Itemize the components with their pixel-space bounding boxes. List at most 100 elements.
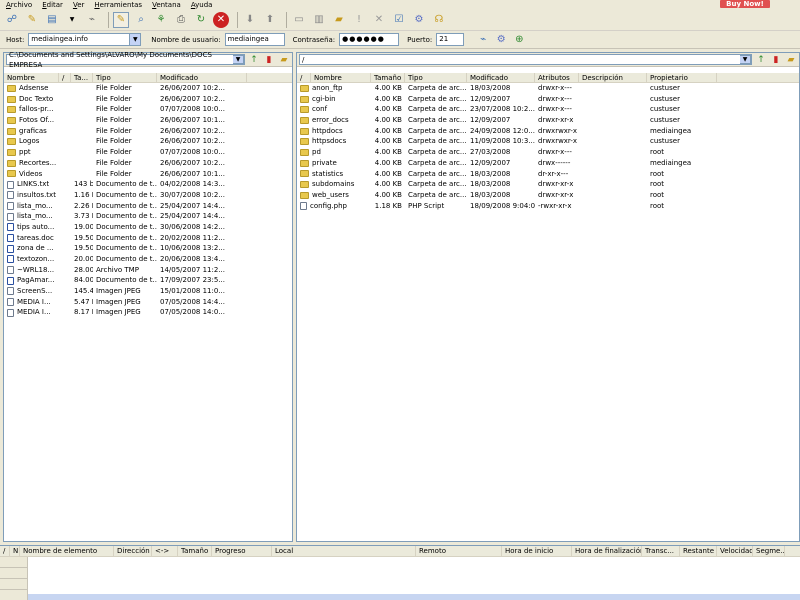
tree-icon[interactable]: ⚘ [153, 12, 169, 28]
horizontal-scrollbar[interactable] [28, 594, 800, 600]
table-row[interactable]: Logos File Folder 26/06/2007 10:2... [4, 136, 292, 147]
up-folder-icon[interactable]: ↑ [755, 54, 767, 66]
delete-icon[interactable]: ✕ [371, 12, 387, 28]
add-site-icon[interactable]: ⊕ [512, 33, 526, 47]
table-row[interactable]: graficas File Folder 26/06/2007 10:2... [4, 126, 292, 137]
table-row[interactable]: ~WRL18... 28.00 KBArchivo TMP 14/05/2007 1… [4, 265, 292, 276]
site-manager-icon[interactable]: ▤ [44, 12, 60, 28]
menu-editar[interactable]: Editar [42, 1, 63, 9]
properties-icon[interactable]: ▭ [291, 12, 307, 28]
col-type[interactable]: Tipo [405, 73, 467, 82]
col-nombre[interactable]: Nombre [311, 73, 371, 82]
gear-icon[interactable]: ⚙ [411, 12, 427, 28]
table-row[interactable]: Adsense File Folder 26/06/2007 10:2... [4, 83, 292, 94]
menu-herramientas[interactable]: Herramientas [94, 1, 142, 9]
table-row[interactable]: PagAmar... 84.00 KBDocumento de t...17/09… [4, 275, 292, 286]
table-row[interactable]: pd 4.00 KB Carpeta de arc... 27/03/2008 drwx… [297, 147, 799, 158]
menu-ventana[interactable]: Ventana [152, 1, 181, 9]
table-row[interactable]: web_users 4.00 KB Carpeta de arc... 18/03/2… [297, 190, 799, 201]
q-col-elapsed[interactable]: Transc... [642, 546, 680, 556]
connect-icon[interactable]: ☍ [4, 12, 20, 28]
col-description[interactable]: Descripción [579, 73, 647, 82]
local-path-combo[interactable]: C:\Documents and Settings\ALVARO\My Docu… [6, 51, 245, 69]
table-row[interactable]: lista_mo... 2.26 KBDocumento de t...25/04… [4, 201, 292, 212]
q-col-direction[interactable]: Dirección [114, 546, 152, 556]
gear-icon[interactable]: ⚙ [494, 33, 508, 47]
q-col-name[interactable]: Nombre de elemento [20, 546, 114, 556]
table-row[interactable]: anon_ftp 4.00 KB Carpeta de arc... 18/03/20… [297, 83, 799, 94]
upload-icon[interactable]: ⬆ [262, 12, 278, 28]
table-row[interactable]: httpsdocs 4.00 KB Carpeta de arc... 11/09/2… [297, 136, 799, 147]
host-combo[interactable]: mediaingea.info ▼ [28, 33, 142, 46]
menu-ver[interactable]: Ver [73, 1, 84, 9]
info-icon[interactable]: ! [351, 12, 367, 28]
chevron-down-icon[interactable]: ▼ [233, 55, 244, 64]
col-type[interactable]: Tipo [93, 73, 157, 82]
delete-icon[interactable]: ▮ [770, 54, 782, 66]
table-row[interactable]: tareas.doc 19.50 KBDocumento de t...20/02… [4, 233, 292, 244]
chevron-down-icon[interactable]: ▼ [740, 55, 751, 64]
q-col-remaining[interactable]: Restante [680, 546, 717, 556]
quick-connect-icon[interactable]: ⌁ [476, 33, 490, 47]
menu-ayuda[interactable]: Ayuda [191, 1, 213, 9]
table-row[interactable]: statistics 4.00 KB Carpeta de arc... 18/03/… [297, 169, 799, 180]
host-field[interactable]: mediaingea.info [28, 33, 131, 46]
q-col-sort[interactable]: / [0, 546, 10, 556]
table-row[interactable]: zona de ... 19.50 KBDocumento de t...10/0… [4, 243, 292, 254]
table-row[interactable]: LINKS.txt 143 bytesDocumento de t...04/02… [4, 179, 292, 190]
col-attributes[interactable]: Atributos [535, 73, 579, 82]
col-modified[interactable]: Modificado [157, 73, 247, 82]
password-field[interactable]: ●●●●●● [339, 33, 400, 46]
print-icon[interactable]: ⎙ [173, 12, 189, 28]
col-modified[interactable]: Modificado [467, 73, 535, 82]
col-owner[interactable]: Propietario [647, 73, 717, 82]
queue-tab[interactable] [0, 579, 27, 590]
table-row[interactable]: MEDIA I... 5.47 MBImagen JPEG 07/05/2008 1… [4, 297, 292, 308]
menu-archivo[interactable]: Archivo [6, 1, 32, 9]
queue-tab[interactable] [0, 568, 27, 579]
delete-icon[interactable]: ▮ [263, 54, 275, 66]
col-sort[interactable]: / [59, 73, 71, 82]
table-row[interactable]: fallos-pr... File Folder 07/07/2008 10:0..… [4, 104, 292, 115]
download-icon[interactable]: ⬇ [242, 12, 258, 28]
q-col-n[interactable]: N [10, 546, 20, 556]
username-field[interactable]: mediaingea [224, 33, 285, 46]
col-size[interactable]: Tamaño [371, 73, 405, 82]
edit-icon[interactable]: ✎ [113, 11, 129, 28]
q-col-size[interactable]: Tamaño [178, 546, 212, 556]
col-size[interactable]: Ta... [71, 73, 93, 82]
table-row[interactable]: cgi-bin 4.00 KB Carpeta de arc... 12/09/200… [297, 94, 799, 105]
table-row[interactable]: Fotos Of... File Folder 26/06/2007 10:1... [4, 115, 292, 126]
table-row[interactable]: conf 4.00 KB Carpeta de arc... 23/07/2008 1… [297, 104, 799, 115]
q-col-speed[interactable]: Velocidad [717, 546, 753, 556]
q-col-segments[interactable]: Segme... [753, 546, 785, 556]
q-col-progress[interactable]: Progreso [212, 546, 272, 556]
chevron-down-icon[interactable]: ▼ [130, 33, 142, 46]
refresh-icon[interactable]: ↻ [193, 12, 209, 28]
chart-icon[interactable]: ▥ [311, 12, 327, 28]
q-col-end[interactable]: Hora de finalización [572, 546, 642, 556]
table-row[interactable]: private 4.00 KB Carpeta de arc... 12/09/200… [297, 158, 799, 169]
new-folder-icon[interactable]: ▰ [785, 54, 797, 66]
buy-now-button[interactable]: Buy Now! [720, 0, 770, 8]
q-col-remote[interactable]: Remoto [416, 546, 502, 556]
wizard-icon[interactable]: ✎ [24, 12, 40, 28]
table-row[interactable]: httpdocs 4.00 KB Carpeta de arc... 24/09/20… [297, 126, 799, 137]
col-nombre[interactable]: Nombre [4, 73, 59, 82]
table-row[interactable]: Videos File Folder 26/06/2007 10:1... [4, 169, 292, 180]
checklist-icon[interactable]: ☑ [391, 12, 407, 28]
dropdown-icon[interactable]: ▼ [64, 12, 80, 28]
headset-icon[interactable]: ☊ [431, 12, 447, 28]
queue-tab[interactable] [0, 557, 27, 568]
table-row[interactable]: error_docs 4.00 KB Carpeta de arc... 12/09/… [297, 115, 799, 126]
port-field[interactable]: 21 [436, 33, 465, 46]
table-row[interactable]: Recortes... File Folder 26/06/2007 10:2... [4, 158, 292, 169]
search-icon[interactable]: ⌕ [133, 12, 149, 28]
q-col-start[interactable]: Hora de inicio [502, 546, 572, 556]
table-row[interactable]: tips auto... 19.00 KBDocumento de t...30/… [4, 222, 292, 233]
table-row[interactable]: insultos.txt 1.16 KBDocumento de t...30/0… [4, 190, 292, 201]
q-col-arrows[interactable]: <-> [152, 546, 178, 556]
stop-icon[interactable]: ✕ [213, 11, 229, 28]
table-row[interactable]: Doc Texto File Folder 26/06/2007 10:2... [4, 94, 292, 105]
table-row[interactable]: textozon... 20.00 KBDocumento de t...20/0… [4, 254, 292, 265]
